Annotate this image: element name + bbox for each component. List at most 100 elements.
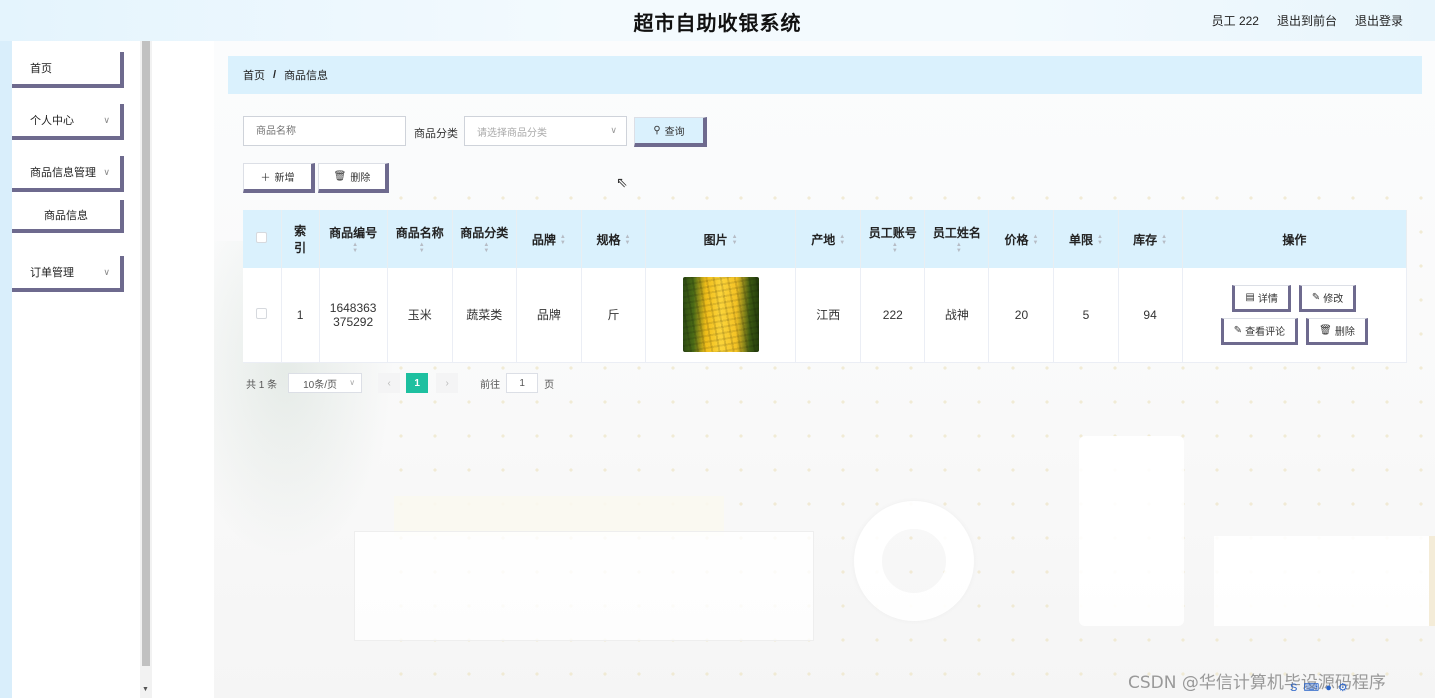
breadcrumb-current: 商品信息	[284, 70, 329, 82]
page-size-select[interactable]: 10条/页 ∨	[288, 373, 363, 393]
add-button-label: 新增	[274, 173, 295, 184]
back-to-front-link[interactable]: 退出到前台	[1277, 12, 1337, 29]
chevron-down-icon: ∨	[349, 378, 356, 387]
scroll-down-icon[interactable]: ▼	[142, 686, 149, 693]
spacer	[152, 41, 214, 698]
col-index: 索引	[281, 210, 320, 268]
background-shape	[394, 496, 724, 536]
breadcrumb-home[interactable]: 首页	[243, 67, 265, 83]
background-shape	[354, 531, 814, 641]
goto-page-input[interactable]: 1	[506, 373, 539, 393]
sort-icon: ▲ ▼	[891, 242, 898, 255]
keyboard-icon[interactable]: ⌨	[1303, 681, 1319, 694]
pagination-total: 共 1 条	[246, 379, 278, 391]
col-code[interactable]: 商品编号 ▲ ▼	[319, 210, 388, 268]
chevron-down-icon: ∨	[103, 115, 110, 125]
sort-icon: ▲ ▼	[559, 234, 566, 247]
sort-icon: ▲ ▼	[624, 234, 631, 247]
cell-stock: 94	[1118, 268, 1183, 363]
document-icon: ▤	[1245, 291, 1255, 303]
add-button[interactable]: ＋ 新增	[243, 163, 315, 193]
category-select-placeholder: 请选择商品分类	[477, 127, 547, 139]
delete-button[interactable]: 🗑 删除	[318, 163, 389, 193]
cell-category: 蔬菜类	[452, 268, 517, 363]
sidebar-item-label: 订单管理	[30, 267, 74, 279]
product-image-corn[interactable]	[682, 277, 759, 353]
search-icon: ⚲	[653, 125, 661, 136]
prev-page-button[interactable]: ‹	[378, 373, 401, 393]
row-checkbox[interactable]	[256, 307, 268, 319]
page-number-current[interactable]: 1	[406, 373, 429, 393]
col-limit[interactable]: 单限 ▲ ▼	[1053, 210, 1119, 268]
sidebar-strip	[0, 41, 12, 698]
ime-icon[interactable]: S	[1290, 682, 1297, 694]
detail-button[interactable]: ▤ 详情	[1232, 284, 1291, 312]
product-table: 索引 商品编号 ▲ ▼ 商品名称 ▲ ▼ 商品分类 ▲ ▼ 品牌 ▲ ▼ 规格 ▲ ▼ 图片 ▲ ▼ 产…	[243, 210, 1408, 363]
sort-icon: ▲ ▼	[955, 242, 962, 255]
cell-origin: 江西	[795, 268, 862, 363]
edit-button[interactable]: ✎ 修改	[1298, 284, 1357, 312]
col-brand[interactable]: 品牌 ▲ ▼	[516, 210, 582, 268]
sidebar-item-product-management[interactable]: 商品信息管理 ∨	[12, 156, 124, 192]
logout-link[interactable]: 退出登录	[1355, 12, 1403, 29]
top-bar: 超市自助收银系统 员工 222 退出到前台 退出登录	[0, 0, 1435, 41]
product-name-input[interactable]	[243, 116, 406, 146]
sidebar-item-label: 个人中心	[30, 115, 74, 127]
breadcrumb: 首页 / 商品信息	[228, 56, 1422, 94]
sidebar-item-product-info[interactable]: 商品信息	[12, 200, 124, 233]
mouse-cursor-icon: ⇖	[616, 174, 628, 190]
col-category[interactable]: 商品分类 ▲ ▼	[452, 210, 517, 268]
category-select[interactable]: 请选择商品分类 ∨	[464, 116, 627, 146]
goto-label: 前往	[480, 379, 501, 391]
trash-icon: 🗑	[1319, 324, 1332, 336]
pagination: 共 1 条 10条/页 ∨ ‹ 1 › 前往 1 页	[246, 373, 554, 393]
col-price[interactable]: 价格 ▲ ▼	[988, 210, 1055, 268]
sort-icon: ▲ ▼	[731, 234, 738, 247]
top-links: 员工 222 退出到前台 退出登录	[1212, 12, 1403, 29]
cell-limit: 5	[1053, 268, 1119, 363]
system-tray: S ⌨ ● ⚙	[1290, 677, 1435, 698]
background-shape	[1079, 436, 1184, 626]
cell-name: 玉米	[387, 268, 453, 363]
sort-icon: ▲ ▼	[839, 234, 846, 247]
select-all-checkbox[interactable]	[256, 232, 268, 243]
sort-icon: ▲ ▼	[1161, 234, 1168, 247]
col-origin[interactable]: 产地 ▲ ▼	[795, 210, 862, 268]
settings-icon[interactable]: ⚙	[1338, 681, 1348, 694]
sidebar-item-label: 商品信息管理	[30, 167, 96, 179]
sidebar-item-home[interactable]: 首页	[12, 52, 124, 88]
mic-icon[interactable]: ●	[1325, 682, 1332, 694]
col-actions: 操作	[1182, 210, 1408, 268]
background-shape	[854, 501, 974, 621]
sort-icon: ▲ ▼	[352, 242, 359, 255]
main-content: 首页 / 商品信息 商品分类 请选择商品分类 ∨ ⚲ 查询 ＋ 新增 🗑 删除 …	[214, 41, 1435, 698]
cell-actions: ▤ 详情 ✎ 修改 ✎ 查看评论 🗑 删除	[1182, 268, 1408, 363]
edit-icon: ✎	[1233, 324, 1243, 336]
col-stock[interactable]: 库存 ▲ ▼	[1118, 210, 1183, 268]
next-page-button[interactable]: ›	[436, 373, 459, 393]
cell-image	[645, 268, 797, 363]
col-staff-account[interactable]: 员工账号 ▲ ▼	[860, 210, 926, 268]
sidebar-scrollbar-thumb[interactable]	[142, 41, 150, 666]
current-user: 员工 222	[1211, 14, 1259, 28]
col-name[interactable]: 商品名称 ▲ ▼	[387, 210, 453, 268]
sidebar-item-profile[interactable]: 个人中心 ∨	[12, 104, 124, 140]
chevron-down-icon: ∨	[103, 267, 110, 277]
cell-brand: 品牌	[516, 268, 582, 363]
select-all-cell	[243, 210, 282, 268]
col-image[interactable]: 图片 ▲ ▼	[645, 210, 797, 268]
view-comments-button[interactable]: ✎ 查看评论	[1220, 317, 1299, 345]
query-button[interactable]: ⚲ 查询	[634, 117, 707, 147]
cell-index: 1	[281, 268, 320, 363]
sidebar-item-label: 商品信息	[44, 209, 88, 222]
cell-price: 20	[988, 268, 1055, 363]
trash-icon: 🗑	[333, 171, 347, 182]
chevron-down-icon: ∨	[610, 125, 617, 135]
row-delete-button[interactable]: 🗑 删除	[1306, 317, 1368, 345]
col-spec[interactable]: 规格 ▲ ▼	[581, 210, 646, 268]
background-shape	[1214, 536, 1435, 626]
col-staff-name[interactable]: 员工姓名 ▲ ▼	[924, 210, 990, 268]
plus-icon: ＋	[260, 173, 271, 184]
query-button-label: 查询	[664, 127, 685, 138]
sidebar-item-orders[interactable]: 订单管理 ∨	[12, 256, 124, 292]
